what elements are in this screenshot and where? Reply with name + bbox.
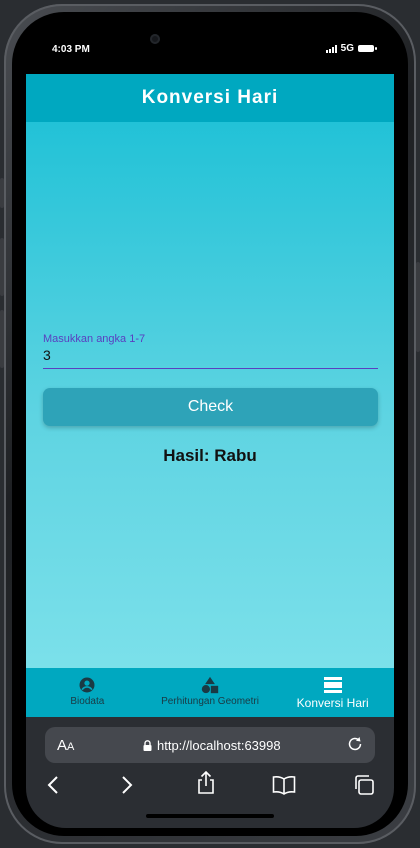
check-button[interactable]: Check — [43, 388, 378, 426]
text-size-button[interactable]: AA — [57, 737, 74, 754]
app-bar: Konversi Hari — [26, 74, 394, 122]
browser-nav-bar — [26, 770, 394, 803]
day-number-input[interactable]: 3 — [43, 347, 51, 363]
nav-item-konversi-hari[interactable]: Konversi Hari — [271, 668, 394, 717]
nav-item-perhitungan-geometri[interactable]: Perhitungan Geometri — [149, 668, 272, 717]
bottom-navigation: Biodata Perhitungan Geometri Konversi Ha… — [26, 668, 394, 717]
account-circle-icon — [78, 676, 96, 694]
browser-toolbar: AA http://localhost:63998 — [26, 717, 394, 828]
nav-label-biodata: Biodata — [70, 696, 105, 707]
volume-down-button — [0, 310, 4, 368]
front-camera — [150, 34, 160, 44]
volume-up-button — [0, 238, 4, 296]
url-display[interactable]: http://localhost:63998 — [143, 738, 281, 753]
power-button — [416, 262, 420, 352]
forward-icon[interactable] — [120, 775, 134, 800]
shapes-icon — [200, 676, 220, 694]
status-bar: 4:03 PM 5G — [26, 28, 394, 74]
tabs-icon[interactable] — [354, 775, 376, 800]
address-bar[interactable]: AA http://localhost:63998 — [45, 727, 375, 763]
nav-label-konversi-hari: Konversi Hari — [296, 696, 369, 710]
result-text: Hasil: Rabu — [163, 446, 257, 465]
url-text: http://localhost:63998 — [157, 738, 281, 753]
battery-icon — [358, 45, 377, 52]
reload-icon[interactable] — [347, 736, 363, 757]
nav-item-biodata[interactable]: Biodata — [26, 668, 149, 717]
page-title: Konversi Hari — [141, 87, 279, 108]
home-indicator — [146, 814, 274, 818]
network-label: 5G — [340, 43, 354, 54]
day-number-input-underline — [43, 368, 378, 369]
nav-label-perhitungan-geometri: Perhitungan Geometri — [161, 696, 259, 707]
status-indicators: 5G — [325, 43, 377, 54]
bookmarks-icon[interactable] — [272, 775, 296, 800]
main-content: Masukkan angka 1-7 3 Check Hasil: Rabu — [26, 122, 394, 668]
signal-icon — [325, 44, 337, 53]
screen: 4:03 PM 5G Konversi Hari Masukkan angka … — [26, 28, 394, 828]
view-agenda-icon — [323, 676, 342, 694]
silent-switch — [0, 178, 4, 208]
lock-icon — [143, 740, 152, 751]
day-number-field-label: Masukkan angka 1-7 — [43, 333, 146, 345]
share-icon[interactable] — [196, 770, 216, 800]
back-icon[interactable] — [46, 775, 60, 800]
status-time: 4:03 PM — [52, 44, 90, 55]
